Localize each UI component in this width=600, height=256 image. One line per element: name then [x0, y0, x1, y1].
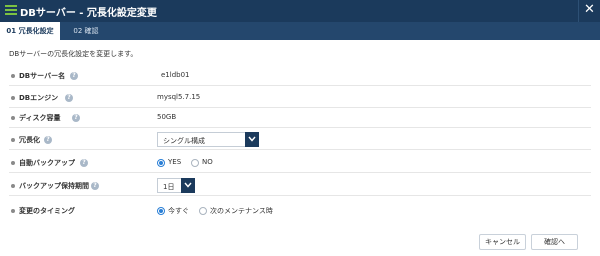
step-tabs: 01 冗長化設定 02 確認 [0, 22, 600, 40]
help-icon[interactable]: ? [65, 94, 73, 102]
bullet-icon [11, 184, 15, 188]
backup-retention-label: バックアップ保持期間 [19, 182, 89, 190]
timing-maintenance-radio[interactable] [199, 207, 207, 215]
help-icon[interactable]: ? [91, 182, 99, 190]
timing-maintenance-label: 次のメンテナンス時 [210, 207, 273, 215]
auto-backup-yes-label: YES [168, 158, 182, 166]
row-auto-backup: 自動バックアップ ? YES NO [9, 153, 591, 173]
auto-backup-no-label: NO [202, 158, 213, 166]
tab-confirm[interactable]: 02 確認 [62, 22, 110, 40]
db-engine-value: mysql5.7.15 [157, 93, 201, 101]
help-icon[interactable]: ? [80, 159, 88, 167]
change-timing-label: 変更のタイミング [19, 207, 75, 215]
auto-backup-no-radio[interactable] [191, 159, 199, 167]
timing-now-label: 今すぐ [168, 207, 189, 215]
row-change-timing: 変更のタイミング 今すぐ 次のメンテナンス時 [9, 201, 591, 221]
bullet-icon [11, 96, 15, 100]
bullet-icon [11, 209, 15, 213]
disk-capacity-label: ディスク容量 [19, 114, 61, 122]
cancel-button[interactable]: キャンセル [479, 234, 526, 250]
intro-text: DBサーバーの冗長化設定を変更します。 [9, 50, 138, 58]
backup-retention-select[interactable]: 1日 [157, 178, 195, 193]
menu-logo-icon [5, 5, 17, 17]
close-icon[interactable]: ✕ [578, 0, 600, 22]
help-icon[interactable]: ? [70, 72, 78, 80]
bullet-icon [11, 161, 15, 165]
row-db-server-name: DBサーバー名 ? e1ldb01 [9, 66, 591, 86]
auto-backup-label: 自動バックアップ [19, 159, 75, 167]
row-db-engine: DBエンジン ? mysql5.7.15 [9, 88, 591, 108]
help-icon[interactable]: ? [44, 136, 52, 144]
disk-capacity-value: 50GB [157, 113, 177, 121]
auto-backup-yes-radio[interactable] [157, 159, 165, 167]
title-bar: DBサーバー - 冗長化設定変更 ✕ [0, 0, 600, 22]
redundancy-label: 冗長化 [19, 136, 40, 144]
chevron-down-icon[interactable] [181, 178, 195, 193]
help-icon[interactable]: ? [72, 114, 80, 122]
row-redundancy: 冗長化 ? シングル構成 [9, 130, 591, 150]
db-server-name-value: e1ldb01 [161, 71, 190, 79]
bullet-icon [11, 74, 15, 78]
redundancy-select[interactable]: シングル構成 [157, 132, 259, 147]
bullet-icon [11, 138, 15, 142]
window-title: DBサーバー - 冗長化設定変更 [20, 8, 157, 19]
chevron-down-icon[interactable] [245, 132, 259, 147]
tab-redundancy-settings[interactable]: 01 冗長化設定 [0, 22, 60, 40]
confirm-button[interactable]: 確認へ [531, 234, 578, 250]
row-disk-capacity: ディスク容量 ? 50GB [9, 108, 591, 128]
row-backup-retention: バックアップ保持期間 ? 1日 [9, 176, 591, 196]
bullet-icon [11, 116, 15, 120]
backup-retention-selected-value: 1日 [163, 183, 175, 191]
db-server-name-label: DBサーバー名 [19, 72, 66, 80]
timing-now-radio[interactable] [157, 207, 165, 215]
db-engine-label: DBエンジン [19, 94, 59, 102]
redundancy-selected-value: シングル構成 [163, 137, 205, 145]
